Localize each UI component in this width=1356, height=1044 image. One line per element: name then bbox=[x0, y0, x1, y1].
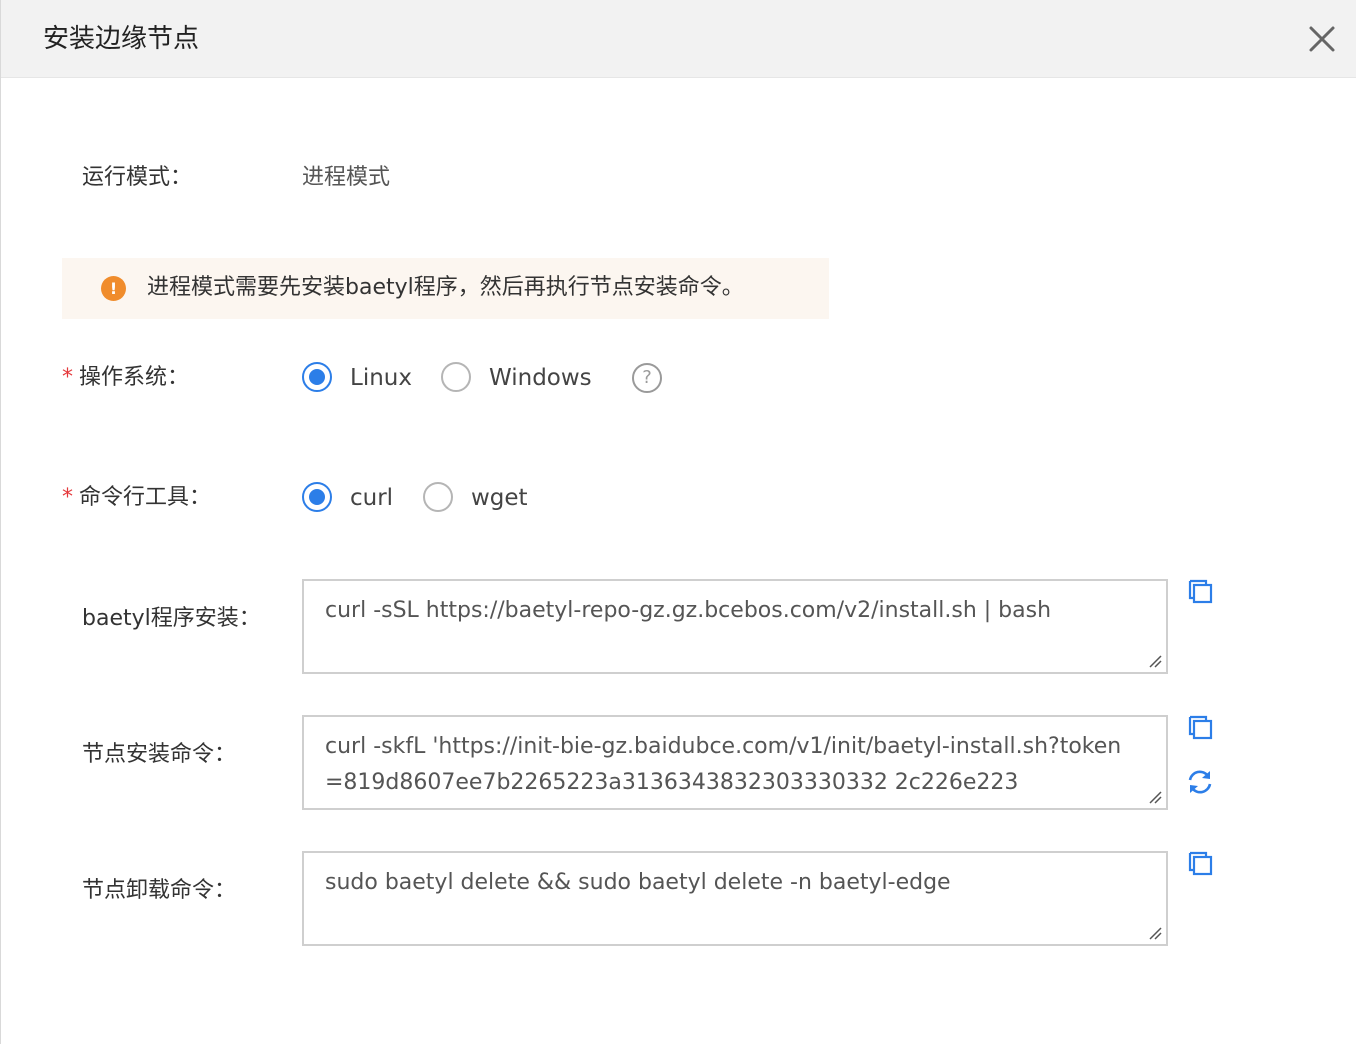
required-mark: * bbox=[62, 485, 73, 510]
run-mode-value: 进程模式 bbox=[302, 165, 391, 190]
notice-text: 进程模式需要先安装baetyl程序，然后再执行节点安装命令。 bbox=[147, 275, 744, 300]
copy-icon[interactable] bbox=[1187, 850, 1215, 878]
cli-tool-label-row: * 命令行工具： bbox=[62, 483, 211, 513]
dialog-title: 安装边缘节点 bbox=[43, 24, 200, 54]
refresh-icon[interactable] bbox=[1186, 768, 1214, 796]
os-label-row: * 操作系统： bbox=[62, 363, 189, 393]
os-label: 操作系统： bbox=[79, 365, 190, 390]
os-radio-windows-label[interactable]: Windows bbox=[489, 363, 592, 393]
cli-tool-label: 命令行工具： bbox=[79, 485, 212, 510]
baetyl-install-command: curl -sSL https://baetyl-repo-gz.gz.bceb… bbox=[325, 598, 1052, 623]
node-uninstall-command: sudo baetyl delete && sudo baetyl delete… bbox=[325, 870, 951, 895]
cli-radio-wget[interactable] bbox=[423, 482, 453, 512]
dialog-header: 安装边缘节点 bbox=[1, 0, 1356, 78]
node-install-command: curl -skfL 'https://init-bie-gz.baidubce… bbox=[325, 734, 1122, 795]
required-mark: * bbox=[62, 365, 73, 390]
resize-handle-icon[interactable] bbox=[1148, 926, 1162, 940]
install-edge-node-dialog: 安装边缘节点 运行模式： 进程模式 ! 进程模式需要先安装baetyl程序，然后… bbox=[0, 0, 1356, 1044]
node-install-label: 节点安装命令： bbox=[82, 742, 237, 767]
cli-radio-wget-label[interactable]: wget bbox=[471, 483, 528, 513]
help-icon[interactable]: ? bbox=[632, 363, 662, 393]
os-radio-linux[interactable] bbox=[302, 362, 332, 392]
close-icon[interactable] bbox=[1305, 22, 1339, 56]
warning-icon: ! bbox=[101, 276, 126, 301]
node-uninstall-label: 节点卸载命令： bbox=[82, 878, 237, 903]
resize-handle-icon[interactable] bbox=[1148, 654, 1162, 668]
run-mode-label: 运行模式： bbox=[82, 165, 193, 190]
resize-handle-icon[interactable] bbox=[1148, 790, 1162, 804]
baetyl-install-label: baetyl程序安装： bbox=[82, 606, 261, 631]
node-install-command-textarea[interactable]: curl -skfL 'https://init-bie-gz.baidubce… bbox=[302, 715, 1168, 810]
cli-radio-curl-label[interactable]: curl bbox=[350, 483, 393, 513]
node-uninstall-command-textarea[interactable]: sudo baetyl delete && sudo baetyl delete… bbox=[302, 851, 1168, 946]
baetyl-install-command-textarea[interactable]: curl -sSL https://baetyl-repo-gz.gz.bceb… bbox=[302, 579, 1168, 674]
os-radio-windows[interactable] bbox=[441, 362, 471, 392]
copy-icon[interactable] bbox=[1187, 714, 1215, 742]
copy-icon[interactable] bbox=[1187, 578, 1215, 606]
cli-radio-curl[interactable] bbox=[302, 482, 332, 512]
notice-banner: ! 进程模式需要先安装baetyl程序，然后再执行节点安装命令。 bbox=[62, 258, 829, 319]
os-radio-linux-label[interactable]: Linux bbox=[350, 363, 412, 393]
